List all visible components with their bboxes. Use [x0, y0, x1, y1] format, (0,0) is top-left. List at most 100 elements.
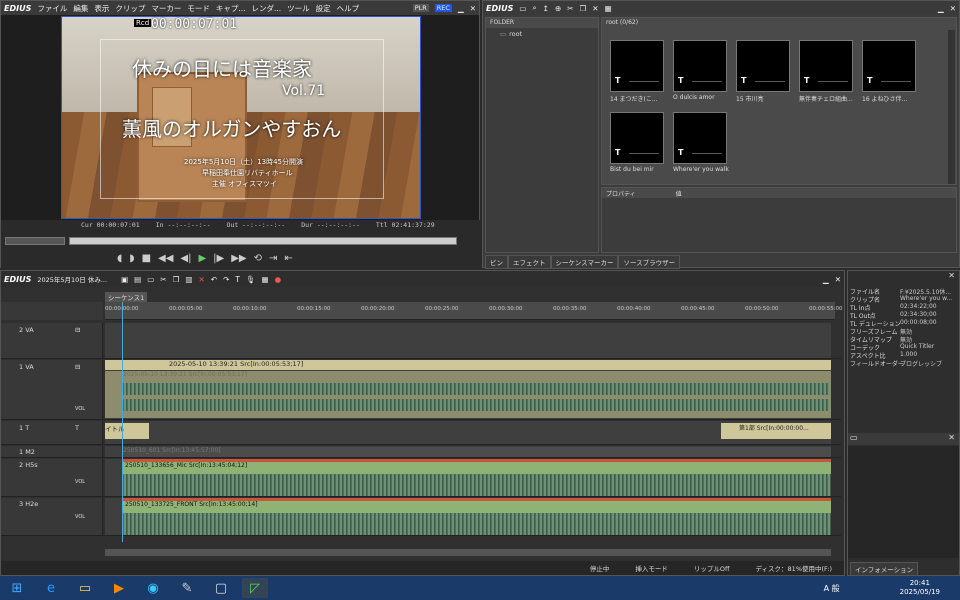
menu-mode[interactable]: モード [187, 3, 210, 14]
view-icon[interactable]: ▦ [605, 4, 612, 13]
audio-clip-linked[interactable]: 2025-05-10 13:39:21 Src[In:00:05:53;17] [105, 371, 831, 418]
set-in-icon[interactable]: ◖ [117, 253, 122, 264]
clip-scrollbar[interactable] [948, 30, 955, 184]
paste-icon[interactable]: ▥ [185, 275, 192, 284]
close-icon[interactable]: ✕ [835, 275, 841, 284]
stop-icon[interactable]: ■ [142, 253, 151, 264]
title-clip[interactable]: 第1部 Src[In:00:00:00... [721, 423, 831, 439]
tab-source-browser[interactable]: ソースブラウザー [618, 255, 681, 269]
explorer-icon[interactable]: ▭ [72, 578, 98, 598]
folder-root[interactable]: ▭ root [486, 28, 598, 40]
ie-icon[interactable]: e [38, 578, 64, 598]
loop-icon[interactable]: ⟲ [254, 253, 262, 264]
title-icon[interactable]: T [235, 275, 240, 284]
position-slider[interactable] [69, 237, 457, 245]
close-icon[interactable]: ✕ [948, 433, 959, 442]
folder-icon[interactable]: ▭ [850, 433, 858, 442]
monitor-icon[interactable]: ▢ [208, 578, 234, 598]
add-icon[interactable]: ⊕ [555, 4, 561, 13]
minimize-icon[interactable]: ▁ [823, 275, 829, 284]
cut-icon[interactable]: ✂ [160, 275, 166, 284]
redo-icon[interactable]: ↷ [223, 275, 229, 284]
rec-button[interactable]: REC [434, 4, 452, 12]
menu-render[interactable]: レンダ... [252, 3, 282, 14]
sequence-tab[interactable]: シーケンス1 [105, 292, 148, 302]
set-out-icon[interactable]: ◗ [129, 253, 134, 264]
copy-icon[interactable]: ❐ [173, 275, 180, 284]
clock[interactable]: 20:41 2025/05/19 [900, 579, 940, 597]
minimize-icon[interactable]: ▁ [938, 4, 944, 13]
audio-clip[interactable]: 250510_133725_FRONT Src[In:13:45:00;14] [123, 498, 831, 535]
delete-icon[interactable]: ✕ [198, 275, 204, 284]
start-icon[interactable]: ⊞ [4, 578, 30, 598]
timeline-scrollbar[interactable] [105, 549, 831, 556]
paint-icon[interactable]: ✎ [174, 578, 200, 598]
ime-indicator[interactable]: A 般 [824, 583, 840, 594]
tab-effect[interactable]: エフェクト [508, 255, 551, 269]
edge-icon[interactable]: ◉ [140, 578, 166, 598]
cut-icon[interactable]: ✂ [567, 4, 573, 13]
copy-icon[interactable]: ❐ [580, 4, 587, 13]
title-line-1: 休みの日には音楽家 [132, 57, 312, 81]
ruler-tick-label: 00:00:50:00 [745, 306, 779, 312]
ruler-tick-label: 00:00:30:00 [489, 306, 523, 312]
media-player-icon[interactable]: ▶ [106, 578, 132, 598]
menu-view[interactable]: 表示 [94, 3, 109, 14]
render-icon[interactable]: ▦ [261, 275, 268, 284]
close-icon[interactable]: ✕ [948, 271, 955, 280]
search-icon[interactable]: ⌕ [532, 3, 536, 13]
menu-tools[interactable]: ツール [287, 3, 310, 14]
timeline-ruler[interactable]: 00:00:00:0000:00:05:0000:00:10:0000:00:1… [105, 302, 843, 320]
clip-item[interactable]: TO dulcis amor [673, 40, 729, 101]
overwrite-icon[interactable]: ⇤ [284, 253, 292, 264]
menu-help[interactable]: ヘルプ [337, 3, 360, 14]
clip-item[interactable]: T Where'er you walk [673, 112, 729, 173]
menu-clip[interactable]: クリップ [115, 3, 145, 14]
playhead-line[interactable] [122, 302, 123, 542]
step-forward-icon[interactable]: |▶ [213, 253, 224, 264]
video-clip[interactable]: 2025-05-10 13:39:21 Src[In:00:05:53;17] [105, 360, 831, 370]
tab-bin[interactable]: ビン [485, 255, 508, 269]
menu-edit[interactable]: 編集 [73, 3, 88, 14]
audio-clip[interactable]: 250510_601 Src[In:13:45:57;00] [123, 447, 831, 457]
ruler-tick-label: 00:00:35:00 [553, 306, 587, 312]
info-row: ファイル名 F:¥2025.5.10休... [850, 289, 952, 295]
tab-information[interactable]: インフォメーション [850, 562, 919, 576]
menu-file[interactable]: ファイル [37, 3, 67, 14]
clip-item[interactable]: T Bist du bei mir [610, 112, 666, 173]
menu-capture[interactable]: キャプ... [216, 3, 246, 14]
menu-settings[interactable]: 設定 [316, 3, 331, 14]
clip-item[interactable]: T 16 よねひさ伴... [862, 40, 918, 103]
save-icon[interactable]: ▤ [134, 275, 141, 284]
lock-icon[interactable]: ⊟ [75, 363, 80, 371]
undo-icon[interactable]: ↶ [211, 275, 217, 284]
clip-item[interactable]: T 無伴奏チェロ組曲... [799, 40, 855, 103]
title-clip[interactable]: イトル [105, 423, 149, 439]
open-icon[interactable]: ▭ [147, 275, 154, 284]
record-icon[interactable]: ● [275, 275, 282, 284]
fast-forward-icon[interactable]: ▶▶ [231, 253, 246, 264]
clip-item[interactable]: T 15 市川亮 [736, 40, 792, 103]
delete-icon[interactable]: ✕ [592, 4, 598, 13]
ttl-timecode: Ttl 02:41:37:29 [375, 221, 435, 229]
close-icon[interactable]: ✕ [470, 4, 476, 13]
up-icon[interactable]: ↥ [543, 4, 549, 13]
clip-item[interactable]: T 14 まつだき(こ... [610, 40, 666, 103]
insert-icon[interactable]: ⇥ [269, 253, 277, 264]
menu-marker[interactable]: マーカー [151, 3, 181, 14]
plr-button[interactable]: PLR [412, 4, 429, 12]
edius-task-icon[interactable]: ◸ [242, 578, 268, 598]
mic-icon[interactable]: 🎙 [246, 275, 256, 284]
audio-clip[interactable]: 250510_133656_Mic Src[In:13:45:04;12] [123, 459, 831, 496]
tab-sequence-marker[interactable]: シーケンスマーカー [550, 255, 619, 269]
jog-slider[interactable] [5, 237, 65, 245]
lock-icon[interactable]: ⊟ [75, 326, 80, 334]
close-icon[interactable]: ✕ [950, 4, 956, 13]
step-back-icon[interactable]: ◀| [180, 253, 191, 264]
info-sub-pane [848, 446, 959, 558]
folder-icon[interactable]: ▭ [519, 4, 526, 13]
new-sequence-icon[interactable]: ▣ [121, 275, 128, 284]
play-icon[interactable]: ▶ [198, 253, 206, 264]
minimize-icon[interactable]: ▁ [458, 4, 464, 13]
rewind-icon[interactable]: ◀◀ [158, 253, 173, 264]
